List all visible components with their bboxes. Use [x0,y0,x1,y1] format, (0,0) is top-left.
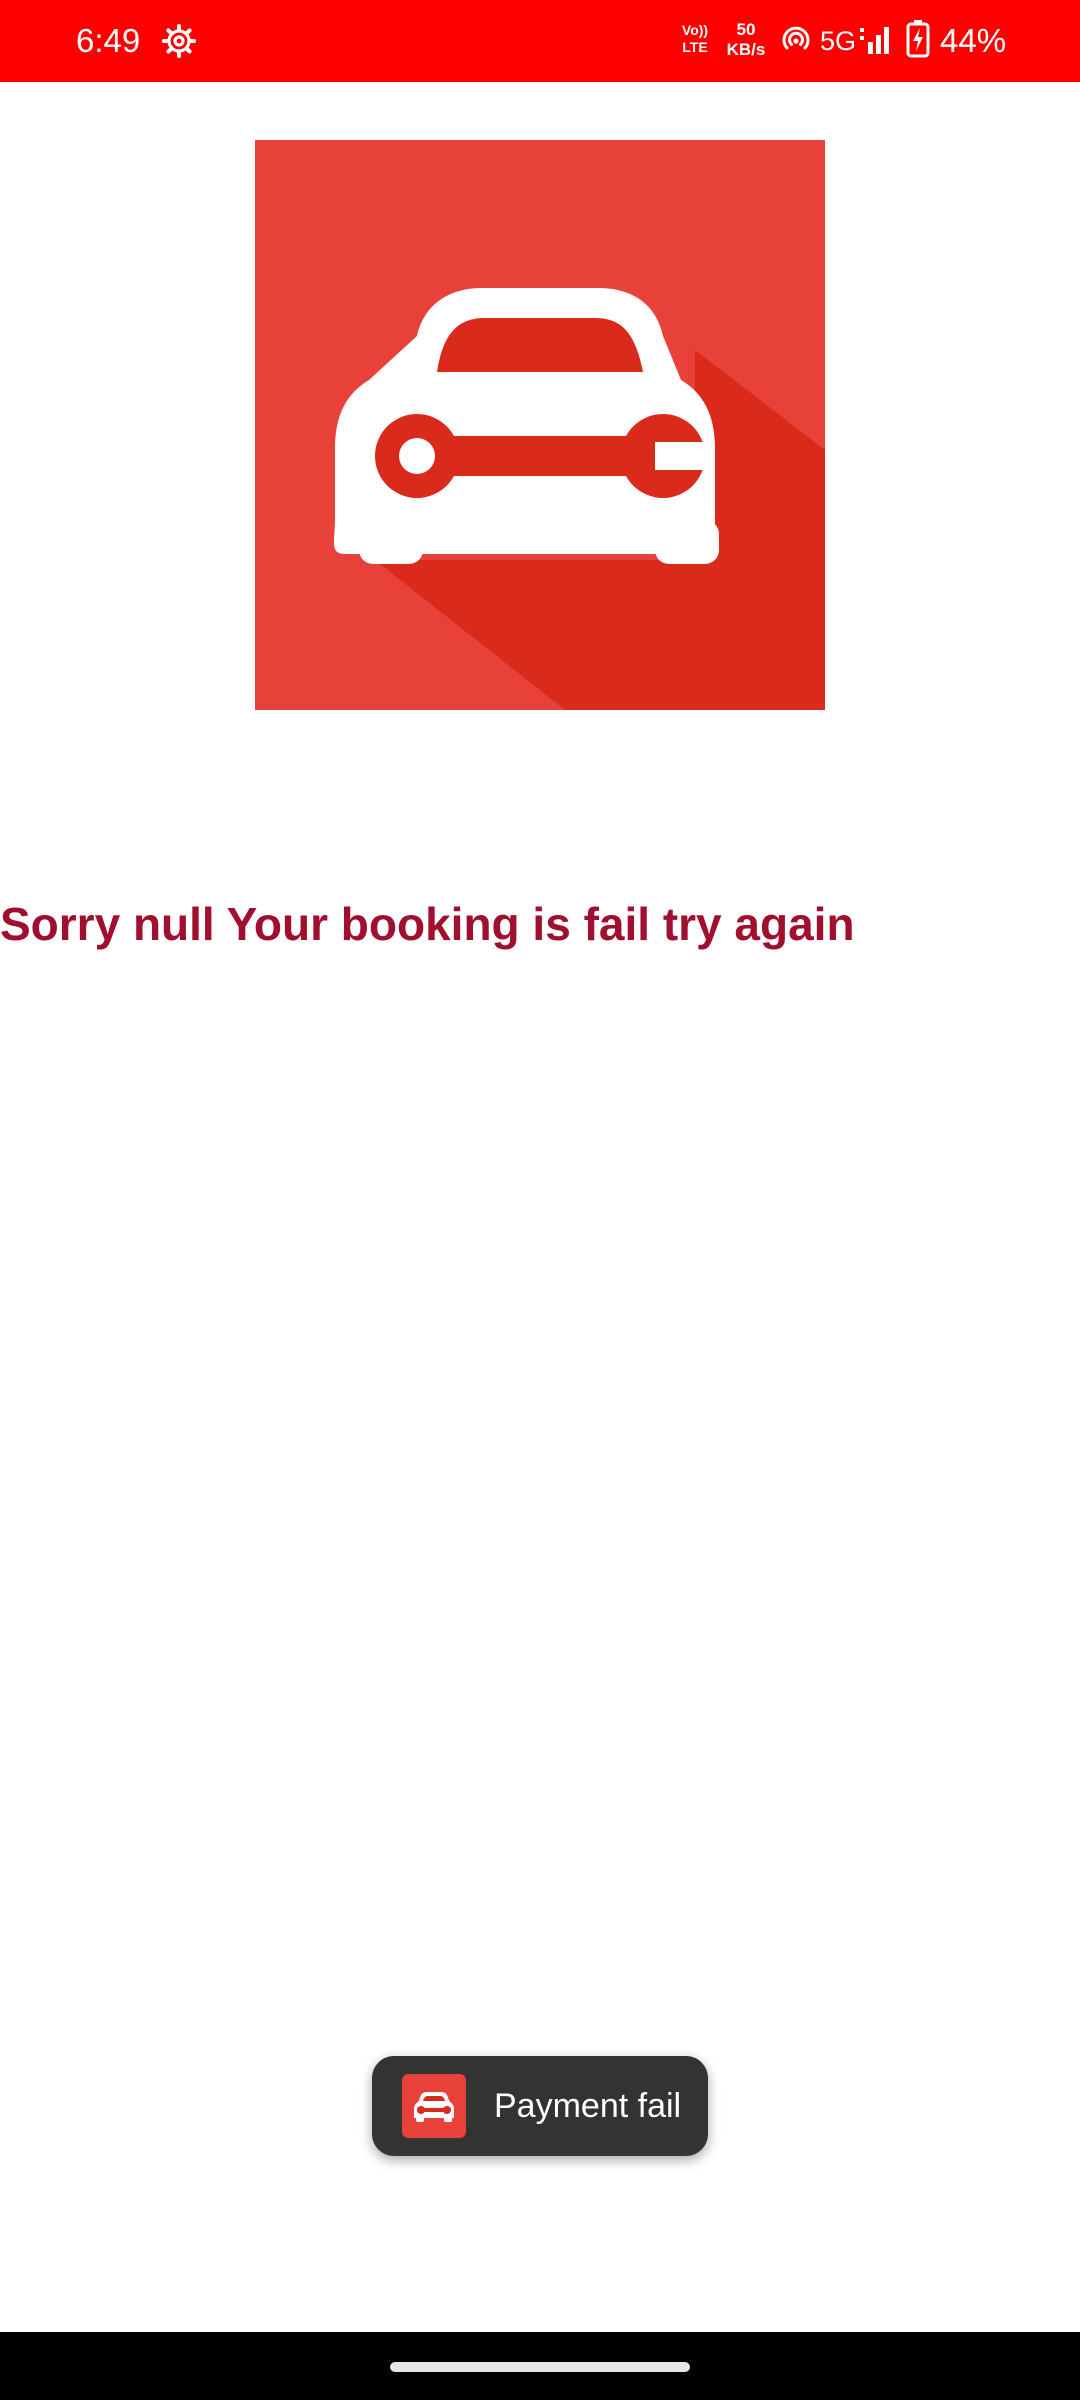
booking-failed-message: Sorry null Your booking is fail try agai… [0,898,855,950]
navigation-bar [0,2332,1080,2400]
toast: Payment fail [372,2056,708,2156]
battery-charging-icon [906,20,930,58]
network-type: 5G [820,26,857,56]
status-bar: 6:49 Vo)) LTE 50 KB/s 5G 44% [0,0,1080,82]
gear-icon [162,24,196,58]
lte-label: LTE [682,39,708,55]
volte-indicator: Vo)) LTE [678,22,712,56]
battery-percent: 44% [940,22,1007,59]
hotspot-icon [782,26,810,50]
network-speed-value: 50 [736,20,756,39]
status-time: 6:49 [76,22,141,59]
network-speed: 50 KB/s [722,20,770,60]
toast-message: Payment fail [494,2087,682,2125]
car-icon [402,2074,466,2138]
signal-icon [860,27,889,54]
volte-label: Vo)) [681,22,709,38]
network-speed-unit: KB/s [726,40,766,59]
app-logo [255,140,825,710]
home-indicator[interactable] [390,2362,690,2372]
